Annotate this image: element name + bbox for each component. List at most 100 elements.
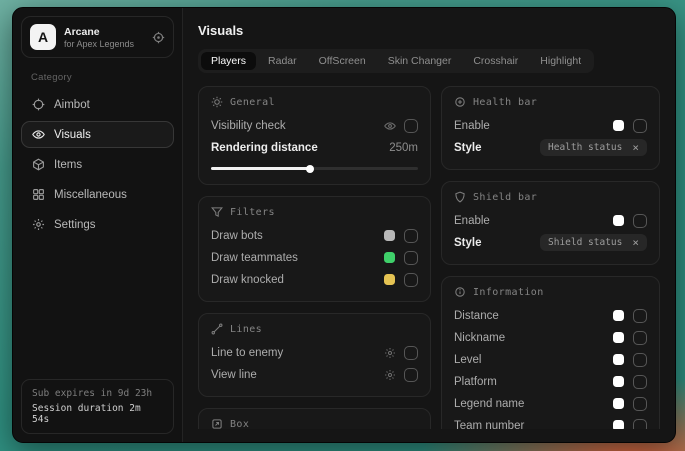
setting-row-visibility-check: Visibility check	[211, 115, 418, 136]
team-number-checkbox[interactable]	[633, 419, 647, 430]
setting-row-draw-knocked: Draw knocked	[211, 269, 418, 290]
color-swatch[interactable]	[613, 398, 624, 409]
platform-checkbox[interactable]	[633, 375, 647, 389]
setting-row-line-to-enemy: Line to enemy	[211, 342, 418, 363]
panel-title: Information	[473, 287, 544, 298]
level-checkbox[interactable]	[633, 353, 647, 367]
gear-icon	[32, 218, 45, 231]
color-swatch[interactable]	[613, 376, 624, 387]
setting-label: Enable	[454, 215, 613, 227]
setting-label: View line	[211, 369, 384, 381]
color-swatch[interactable]	[613, 332, 624, 343]
app-subtitle: for Apex Legends	[64, 39, 134, 49]
setting-row-draw-bots: Draw bots	[211, 225, 418, 246]
setting-label: Team number	[454, 420, 613, 430]
draw-knocked-checkbox[interactable]	[404, 273, 418, 287]
slider-thumb[interactable]	[306, 165, 314, 173]
setting-row-health-enable: Enable	[454, 115, 647, 136]
legend-name-checkbox[interactable]	[633, 397, 647, 411]
panel-title: Box	[230, 419, 249, 430]
setting-row-shield-style: Style Shield status ×	[454, 232, 647, 253]
tab-radar[interactable]: Radar	[258, 52, 307, 70]
view-line-checkbox[interactable]	[404, 368, 418, 382]
visibility-check-checkbox[interactable]	[404, 119, 418, 133]
setting-label: Legend name	[454, 398, 613, 410]
sub-expires-text: Sub expires in 9d 23h	[32, 388, 163, 399]
line-icon	[211, 323, 223, 335]
clear-icon[interactable]: ×	[632, 142, 639, 153]
rendering-distance-value: 250m	[389, 142, 418, 154]
draw-bots-checkbox[interactable]	[404, 229, 418, 243]
draw-teammates-checkbox[interactable]	[404, 251, 418, 265]
health-enable-checkbox[interactable]	[633, 119, 647, 133]
line-to-enemy-checkbox[interactable]	[404, 346, 418, 360]
color-swatch[interactable]	[613, 420, 624, 429]
sidebar: A Arcane for Apex Legends Category Aimbo…	[13, 8, 182, 442]
page-title: Visuals	[198, 23, 660, 38]
sidebar-item-visuals[interactable]: Visuals	[21, 121, 174, 148]
rendering-distance-slider[interactable]	[211, 167, 418, 170]
setting-row-platform: Platform	[454, 371, 647, 392]
setting-row-nickname: Nickname	[454, 327, 647, 348]
shield-style-select[interactable]: Shield status ×	[540, 234, 647, 251]
funnel-icon	[211, 206, 223, 218]
setting-row-level: Level	[454, 349, 647, 370]
tab-players[interactable]: Players	[201, 52, 256, 70]
tab-crosshair[interactable]: Crosshair	[463, 52, 528, 70]
panel-general: General Visibility check Rendering dista…	[198, 86, 431, 185]
main-content: Visuals Players Radar OffScreen Skin Cha…	[182, 8, 675, 442]
setting-row-team-number: Team number	[454, 415, 647, 429]
setting-row-draw-teammates: Draw teammates	[211, 247, 418, 268]
nickname-checkbox[interactable]	[633, 331, 647, 345]
panel-title: General	[230, 97, 275, 108]
health-style-select[interactable]: Health status ×	[540, 139, 647, 156]
sidebar-item-aimbot[interactable]: Aimbot	[21, 91, 174, 118]
color-swatch[interactable]	[613, 215, 624, 226]
tab-offscreen[interactable]: OffScreen	[309, 52, 376, 70]
sidebar-item-label: Aimbot	[54, 99, 90, 111]
distance-checkbox[interactable]	[633, 309, 647, 323]
sidebar-item-items[interactable]: Items	[21, 151, 174, 178]
sidebar-item-label: Miscellaneous	[54, 189, 127, 201]
sidebar-item-label: Settings	[54, 219, 96, 231]
panel-shield-bar: Shield bar Enable Style Shield status ×	[441, 181, 660, 265]
color-swatch[interactable]	[613, 354, 624, 365]
color-swatch[interactable]	[613, 310, 624, 321]
box-icon	[211, 418, 223, 429]
grid-icon	[32, 188, 45, 201]
panel-title: Filters	[230, 207, 275, 218]
setting-row-legend-name: Legend name	[454, 393, 647, 414]
crosshair-icon	[32, 98, 45, 111]
gear-icon[interactable]	[384, 369, 396, 381]
panel-title: Lines	[230, 324, 262, 335]
tab-skin-changer[interactable]: Skin Changer	[378, 52, 462, 70]
setting-label: Level	[454, 354, 613, 366]
target-icon[interactable]	[152, 31, 165, 44]
setting-row-view-line: View line	[211, 364, 418, 385]
color-swatch[interactable]	[384, 274, 395, 285]
setting-label: Draw bots	[211, 230, 384, 242]
color-swatch[interactable]	[384, 252, 395, 263]
profile-card: A Arcane for Apex Legends	[21, 16, 174, 58]
tab-highlight[interactable]: Highlight	[530, 52, 591, 70]
sun-icon	[211, 96, 223, 108]
color-swatch[interactable]	[613, 120, 624, 131]
setting-label: Draw teammates	[211, 252, 384, 264]
setting-row-shield-enable: Enable	[454, 210, 647, 231]
sidebar-item-settings[interactable]: Settings	[21, 211, 174, 238]
panel-health-bar: Health bar Enable Style Health status ×	[441, 86, 660, 170]
gear-icon[interactable]	[384, 347, 396, 359]
setting-label: Distance	[454, 310, 613, 322]
shield-enable-checkbox[interactable]	[633, 214, 647, 228]
sidebar-item-miscellaneous[interactable]: Miscellaneous	[21, 181, 174, 208]
clear-icon[interactable]: ×	[632, 237, 639, 248]
setting-row-health-style: Style Health status ×	[454, 137, 647, 158]
color-swatch[interactable]	[384, 230, 395, 241]
setting-row-rendering-distance: Rendering distance 250m	[211, 137, 418, 158]
setting-label: Style	[454, 237, 540, 249]
panel-lines: Lines Line to enemy View line	[198, 313, 431, 397]
eye-icon[interactable]	[384, 120, 396, 132]
panel-information: Information Distance Nickname Level	[441, 276, 660, 429]
eye-icon	[32, 128, 45, 141]
setting-label: Line to enemy	[211, 347, 384, 359]
